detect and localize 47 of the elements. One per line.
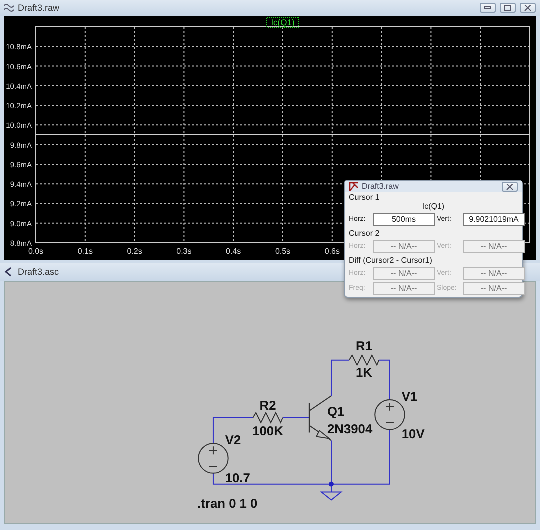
x-tick-label: 0.1s (78, 247, 93, 256)
close-button[interactable] (520, 3, 536, 13)
close-icon (524, 5, 532, 11)
x-tick-label: 0.3s (176, 247, 192, 256)
wire (282, 417, 310, 418)
component-name: V2 (225, 432, 242, 448)
component-value: 1K (356, 365, 372, 380)
dialog-title: Draft3.raw (362, 182, 399, 191)
window-title: Draft3.raw (18, 3, 60, 13)
x-tick-label: 0.6s (324, 247, 340, 256)
component-name: R1 (356, 338, 372, 354)
component-name: Q1 (328, 404, 345, 419)
window-title: Draft3.asc (18, 267, 60, 277)
readout-field[interactable]: 9.9021019mA (463, 213, 525, 226)
section-label: Cursor 1 (349, 192, 381, 202)
junction-dot (329, 482, 334, 487)
wire (331, 360, 350, 397)
schematic-icon (4, 267, 14, 277)
component-value: 10V (402, 426, 425, 442)
x-tick-label: 0.0s (28, 247, 44, 256)
close-button[interactable] (502, 182, 518, 192)
minimize-button[interactable] (480, 3, 496, 13)
component-name: R2 (260, 398, 276, 413)
readout-field[interactable]: 500ms (373, 213, 435, 226)
app-icon (349, 182, 359, 192)
wire (378, 360, 390, 401)
resistor-symbol[interactable] (348, 354, 380, 367)
waveform-icon (4, 3, 14, 13)
spice-directive[interactable]: .tran 0 1 0 (198, 496, 258, 512)
resistor-symbol[interactable] (252, 412, 284, 424)
ground-symbol (321, 486, 343, 501)
component-value: 10.7 (225, 470, 250, 486)
restore-button[interactable] (500, 3, 516, 13)
minimize-icon (484, 5, 492, 11)
component-value: 2N3904 (328, 422, 373, 437)
section-label: Cursor 2 (349, 228, 381, 238)
trace-name: Ic(Q1) (422, 202, 445, 211)
component-value: 100K (252, 424, 284, 439)
voltage-source-symbol[interactable] (374, 400, 406, 430)
component-name: V1 (402, 389, 418, 404)
x-tick-label: 0.5s (275, 247, 291, 256)
x-tick-label: 0.4s (226, 247, 242, 256)
section-label: Diff (Cursor2 - Cursor1) (349, 255, 434, 265)
close-icon (506, 184, 514, 190)
maximize-icon (504, 5, 512, 11)
voltage-source-symbol[interactable] (198, 443, 229, 474)
x-tick-label: 0.2s (127, 247, 142, 256)
